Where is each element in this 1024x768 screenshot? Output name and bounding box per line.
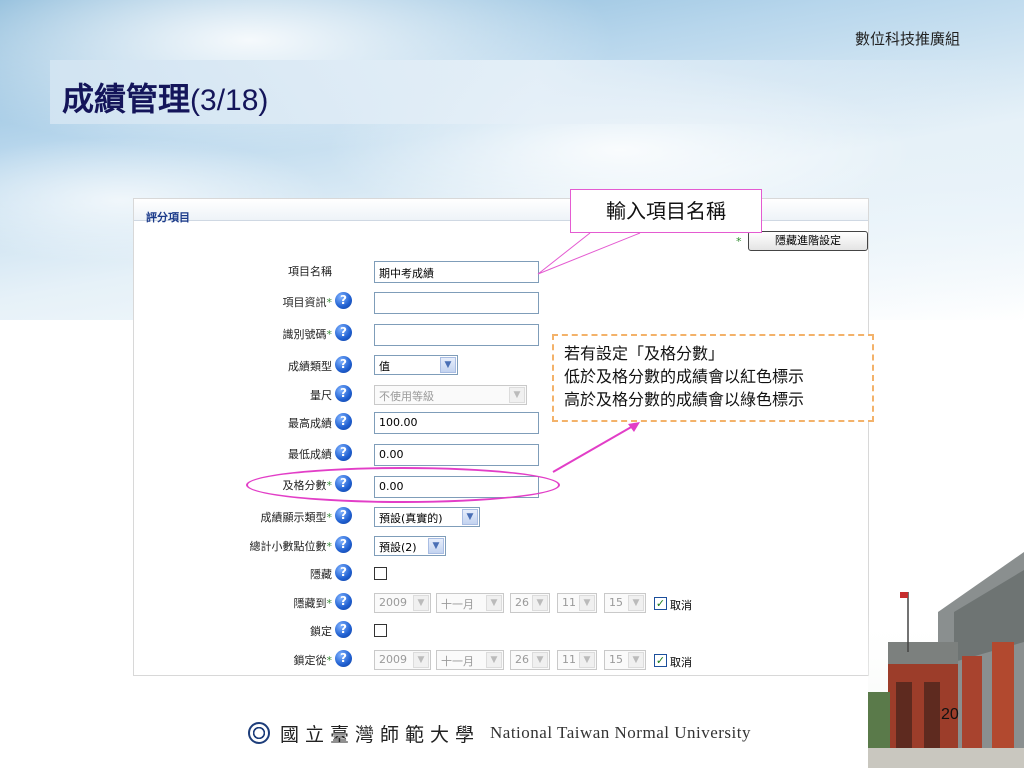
page-number: 20 bbox=[941, 706, 959, 723]
annotation-arrow-line bbox=[552, 425, 634, 473]
university-name-zh: 國立臺灣師範大學 bbox=[280, 723, 481, 746]
callout-pointer bbox=[537, 232, 641, 275]
pass-grade-highlight bbox=[246, 467, 560, 503]
note-line: 低於及格分數的成績會以紅色標示 bbox=[564, 367, 805, 386]
note-line: 若有設定「及格分數」 bbox=[564, 344, 725, 363]
callout-item-name: 輸入項目名稱 bbox=[570, 189, 762, 233]
campus-building-image bbox=[868, 552, 1024, 768]
pass-grade-note: 若有設定「及格分數」 低於及格分數的成績會以紅色標示 高於及格分數的成績會以綠色… bbox=[552, 334, 874, 422]
university-seal-icon bbox=[248, 722, 270, 744]
university-name-en: National Taiwan Normal University bbox=[490, 723, 751, 742]
footer: 國立臺灣師範大學 National Taiwan Normal Universi… bbox=[248, 718, 751, 748]
note-line: 高於及格分數的成績會以綠色標示 bbox=[564, 390, 805, 409]
